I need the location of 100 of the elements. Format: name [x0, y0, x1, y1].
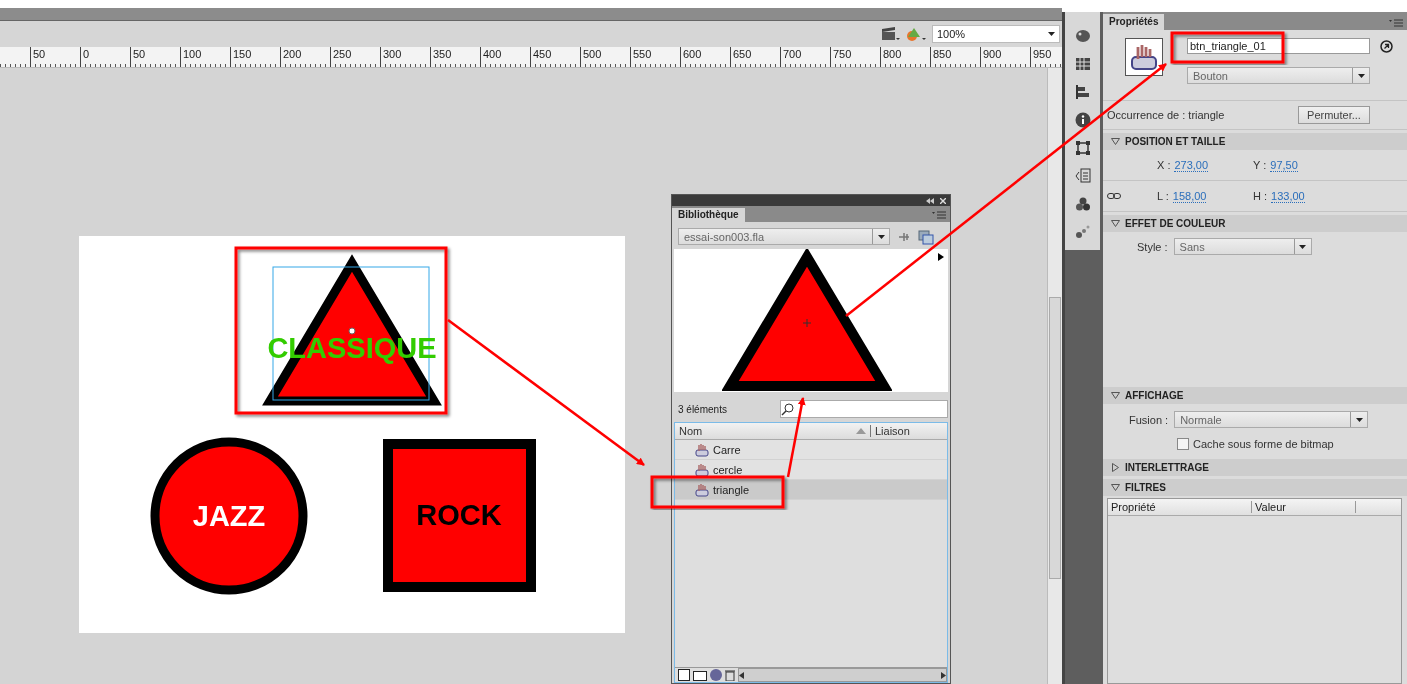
- align-icon[interactable]: [1074, 84, 1091, 100]
- library-item[interactable]: triangle: [675, 480, 947, 500]
- scroll-right-icon[interactable]: [941, 671, 946, 679]
- ruler-label: 200: [283, 48, 302, 60]
- components-icon[interactable]: [1074, 196, 1091, 212]
- palette-icon[interactable]: [1074, 28, 1091, 44]
- section-title: EFFET DE COULEUR: [1125, 218, 1226, 229]
- ruler-label: 800: [883, 48, 902, 60]
- play-icon[interactable]: [938, 253, 944, 261]
- search-field[interactable]: [780, 400, 948, 418]
- expanded-triangle-icon[interactable]: [1111, 391, 1120, 400]
- ruler-label: 350: [433, 48, 452, 60]
- column-header: Propriété: [1108, 501, 1252, 513]
- section-title: FILTRES: [1125, 482, 1166, 493]
- ruler-label: 300: [383, 48, 402, 60]
- motion-presets-icon[interactable]: [1074, 224, 1091, 240]
- ruler-label: 50: [33, 48, 46, 60]
- close-icon[interactable]: [940, 197, 946, 204]
- ruler-label: 400: [483, 48, 502, 60]
- swap-button[interactable]: Permuter...: [1298, 106, 1370, 124]
- folder-icon[interactable]: [693, 669, 707, 681]
- section-title: POSITION ET TAILLE: [1125, 136, 1226, 147]
- symbol-type-dropdown[interactable]: Bouton: [1187, 67, 1370, 84]
- horizontal-scrollbar[interactable]: [738, 668, 947, 682]
- blend-dropdown[interactable]: Normale: [1174, 411, 1369, 428]
- instance-name-field[interactable]: btn_triangle_01: [1187, 38, 1370, 54]
- value-field[interactable]: 158,00: [1172, 189, 1207, 203]
- expanded-triangle-icon[interactable]: [1111, 137, 1120, 146]
- collapse-icon[interactable]: [926, 197, 934, 204]
- new-symbol-icon[interactable]: [678, 669, 690, 681]
- ruler-label: 700: [783, 48, 802, 60]
- new-library-icon[interactable]: [918, 228, 934, 245]
- checkbox[interactable]: [1177, 438, 1189, 450]
- code-icon[interactable]: [1074, 168, 1091, 184]
- ruler-label: 900: [983, 48, 1002, 60]
- ruler-label: 750: [833, 48, 852, 60]
- ruler-label: 650: [733, 48, 752, 60]
- zoom-dropdown[interactable]: 100%: [932, 25, 1060, 43]
- section-title: AFFICHAGE: [1125, 390, 1184, 401]
- field-label: Fusion :: [1129, 413, 1169, 426]
- library-item[interactable]: Carre: [675, 440, 947, 460]
- expanded-triangle-icon[interactable]: [1111, 219, 1120, 228]
- arrow-circle-icon[interactable]: [1380, 39, 1393, 53]
- scroll-left-icon[interactable]: [739, 671, 744, 679]
- occurrence-text: Occurrence de : triangle: [1107, 109, 1225, 121]
- column-header: Valeur: [1252, 501, 1356, 513]
- dropdown-caret-icon: [1048, 32, 1055, 36]
- ruler-label: 150: [233, 48, 252, 60]
- library-tab[interactable]: Bibliothèque: [672, 208, 745, 222]
- square-shape[interactable]: [383, 439, 536, 592]
- section-header[interactable]: EFFET DE COULEUR: [1103, 215, 1407, 232]
- button-label: JAZZ: [192, 500, 266, 532]
- dropdown-caret-icon: [877, 234, 885, 239]
- column-header[interactable]: Liaison: [870, 425, 947, 437]
- ruler-label: 450: [533, 48, 552, 60]
- clapperboard-icon[interactable]: [880, 26, 900, 42]
- field-label: Y :: [1253, 159, 1267, 171]
- ruler-label: 950: [1033, 48, 1052, 60]
- style-dropdown[interactable]: Sans: [1173, 238, 1312, 255]
- column-header[interactable]: Nom: [675, 425, 856, 437]
- value-field[interactable]: 133,00: [1271, 189, 1305, 203]
- section-title: INTERLETTRAGE: [1125, 462, 1209, 473]
- ruler-label: 250: [333, 48, 352, 60]
- grid-icon[interactable]: [1074, 56, 1091, 72]
- section-header[interactable]: INTERLETTRAGE: [1103, 459, 1407, 476]
- info-icon[interactable]: [1074, 112, 1091, 128]
- transform-icon[interactable]: [1074, 140, 1091, 156]
- button-label: ROCK: [416, 499, 502, 531]
- value-field[interactable]: 97,50: [1270, 158, 1298, 172]
- dropdown-caret-icon: [1299, 244, 1307, 249]
- ruler-label: 850: [933, 48, 952, 60]
- field-label: L :: [1157, 190, 1169, 202]
- section-header[interactable]: AFFICHAGE: [1103, 387, 1407, 404]
- search-icon: [781, 402, 795, 416]
- properties-tab[interactable]: Propriétés: [1103, 14, 1165, 30]
- ruler-label: 550: [633, 48, 652, 60]
- button-symbol-icon: [695, 442, 709, 457]
- link-icon[interactable]: [1107, 192, 1121, 200]
- collapsed-triangle-icon[interactable]: [1111, 463, 1120, 472]
- expanded-triangle-icon[interactable]: [1111, 483, 1120, 492]
- ruler-label: 600: [683, 48, 702, 60]
- field-label: X :: [1157, 159, 1171, 171]
- field-label: Style :: [1137, 240, 1168, 253]
- button-symbol-icon: [695, 462, 709, 477]
- ruler-label: 0: [83, 48, 90, 60]
- library-item[interactable]: cercle: [675, 460, 947, 480]
- value-field[interactable]: 273,00: [1174, 158, 1209, 172]
- ruler-label: 500: [583, 48, 602, 60]
- button-symbol-icon: [695, 482, 709, 497]
- file-dropdown[interactable]: essai-son003.fla: [678, 228, 890, 245]
- ruler-label: 100: [183, 48, 202, 60]
- trash-icon[interactable]: [725, 669, 735, 681]
- vertical-scrollbar[interactable]: [1047, 68, 1062, 684]
- dropdown-caret-icon: [1355, 417, 1363, 422]
- dropdown-caret-icon: [1357, 73, 1365, 78]
- ruler-label: 50: [133, 48, 146, 60]
- section-header[interactable]: FILTRES: [1103, 479, 1407, 496]
- section-header[interactable]: POSITION ET TAILLE: [1103, 133, 1407, 150]
- item-count: 3 éléments: [678, 403, 727, 415]
- circle-shape[interactable]: [150, 437, 308, 595]
